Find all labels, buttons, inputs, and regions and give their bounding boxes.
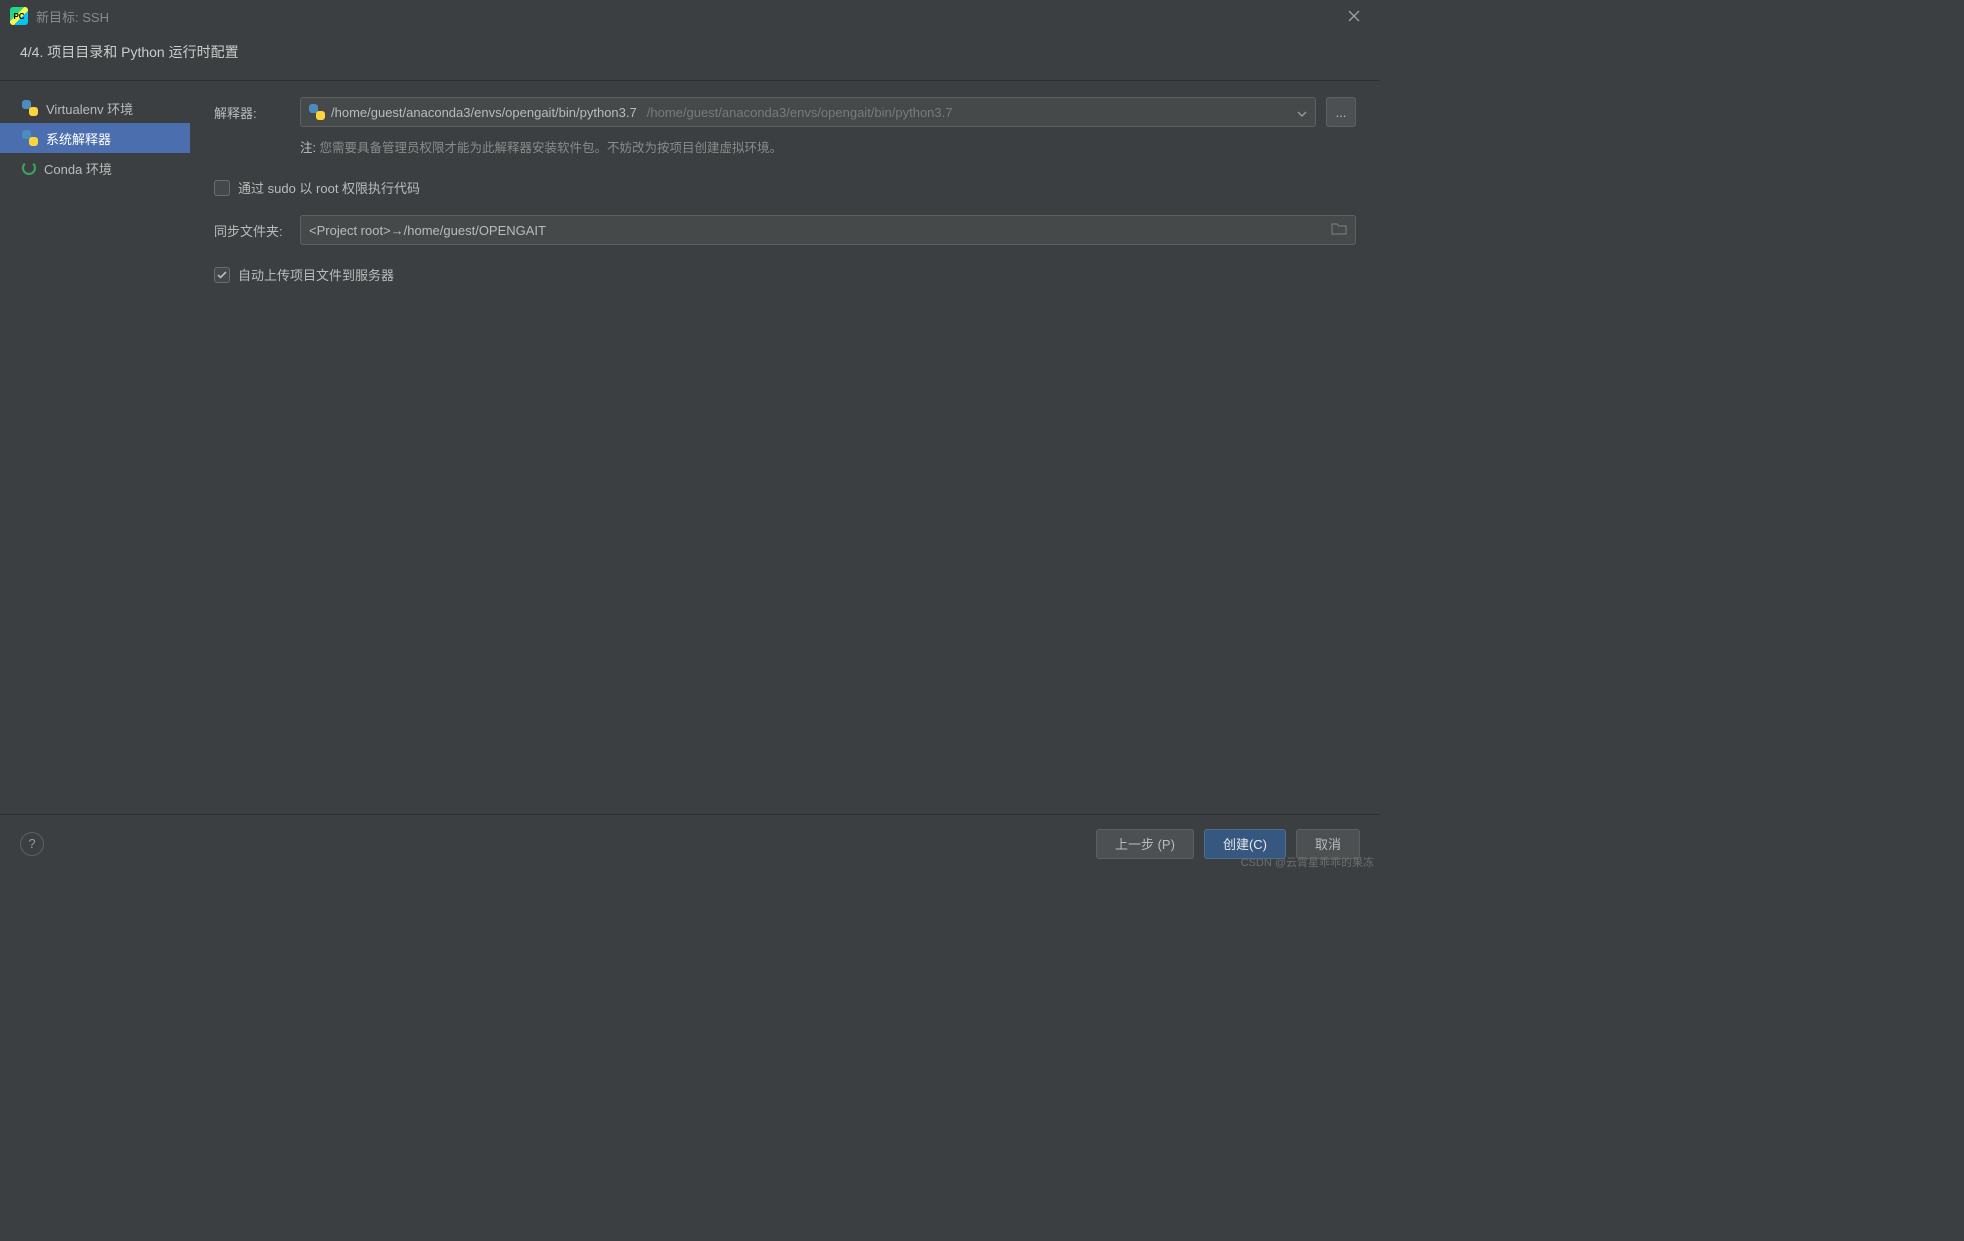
sync-label: 同步文件夹: — [214, 221, 290, 240]
note-text: 您需要具备管理员权限才能为此解释器安装软件包。不妨改为按项目创建虚拟环境。 — [319, 141, 782, 155]
interpreter-label: 解释器: — [214, 103, 290, 122]
step-header: 4/4. 项目目录和 Python 运行时配置 — [0, 32, 1380, 81]
conda-icon — [22, 161, 36, 175]
app-icon: PC — [10, 7, 28, 25]
sidebar-item-label: 系统解释器 — [46, 129, 111, 148]
python-icon — [22, 100, 38, 116]
previous-button[interactable]: 上一步 (P) — [1096, 829, 1194, 859]
sync-value: <Project root>→/home/guest/OPENGAIT — [309, 223, 546, 238]
auto-upload-checkbox[interactable] — [214, 267, 230, 283]
sidebar: Virtualenv 环境 系统解释器 Conda 环境 — [0, 81, 190, 814]
watermark: CSDN @云霄星乖乖的果冻 — [1241, 854, 1374, 870]
sync-folder-input[interactable]: <Project root>→/home/guest/OPENGAIT — [300, 215, 1356, 245]
sidebar-item-system-interpreter[interactable]: 系统解释器 — [0, 123, 190, 153]
chevron-down-icon — [1297, 105, 1307, 120]
python-icon — [309, 104, 325, 120]
window-title: 新目标: SSH — [36, 7, 109, 26]
close-icon — [1348, 10, 1360, 22]
sidebar-item-conda[interactable]: Conda 环境 — [0, 153, 190, 183]
sidebar-item-label: Virtualenv 环境 — [46, 99, 133, 118]
interpreter-hint: /home/guest/anaconda3/envs/opengait/bin/… — [647, 105, 953, 120]
sidebar-item-label: Conda 环境 — [44, 159, 112, 178]
auto-upload-row[interactable]: 自动上传项目文件到服务器 — [214, 261, 1356, 288]
interpreter-note: 注: 您需要具备管理员权限才能为此解释器安装软件包。不妨改为按项目创建虚拟环境。 — [214, 137, 1356, 156]
sudo-label: 通过 sudo 以 root 权限执行代码 — [238, 178, 420, 197]
titlebar: PC 新目标: SSH — [0, 0, 1380, 32]
sidebar-item-virtualenv[interactable]: Virtualenv 环境 — [0, 93, 190, 123]
close-button[interactable] — [1338, 4, 1370, 28]
help-button[interactable]: ? — [20, 832, 44, 856]
dialog-body: Virtualenv 环境 系统解释器 Conda 环境 解释器: /home/… — [0, 81, 1380, 814]
sudo-checkbox[interactable] — [214, 180, 230, 196]
bottom-bar: ? 上一步 (P) 创建(C) 取消 — [0, 814, 1380, 872]
main-panel: 解释器: /home/guest/anaconda3/envs/opengait… — [190, 81, 1380, 814]
python-icon — [22, 130, 38, 146]
interpreter-row: 解释器: /home/guest/anaconda3/envs/opengait… — [214, 97, 1356, 127]
interpreter-path: /home/guest/anaconda3/envs/opengait/bin/… — [331, 105, 637, 120]
folder-icon[interactable] — [1331, 222, 1347, 238]
sync-row: 同步文件夹: <Project root>→/home/guest/OPENGA… — [214, 215, 1356, 245]
interpreter-combobox[interactable]: /home/guest/anaconda3/envs/opengait/bin/… — [300, 97, 1316, 127]
note-prefix: 注: — [300, 141, 319, 155]
browse-interpreter-button[interactable]: ... — [1326, 97, 1356, 127]
auto-upload-label: 自动上传项目文件到服务器 — [238, 265, 394, 284]
sudo-checkbox-row[interactable]: 通过 sudo 以 root 权限执行代码 — [214, 172, 1356, 199]
